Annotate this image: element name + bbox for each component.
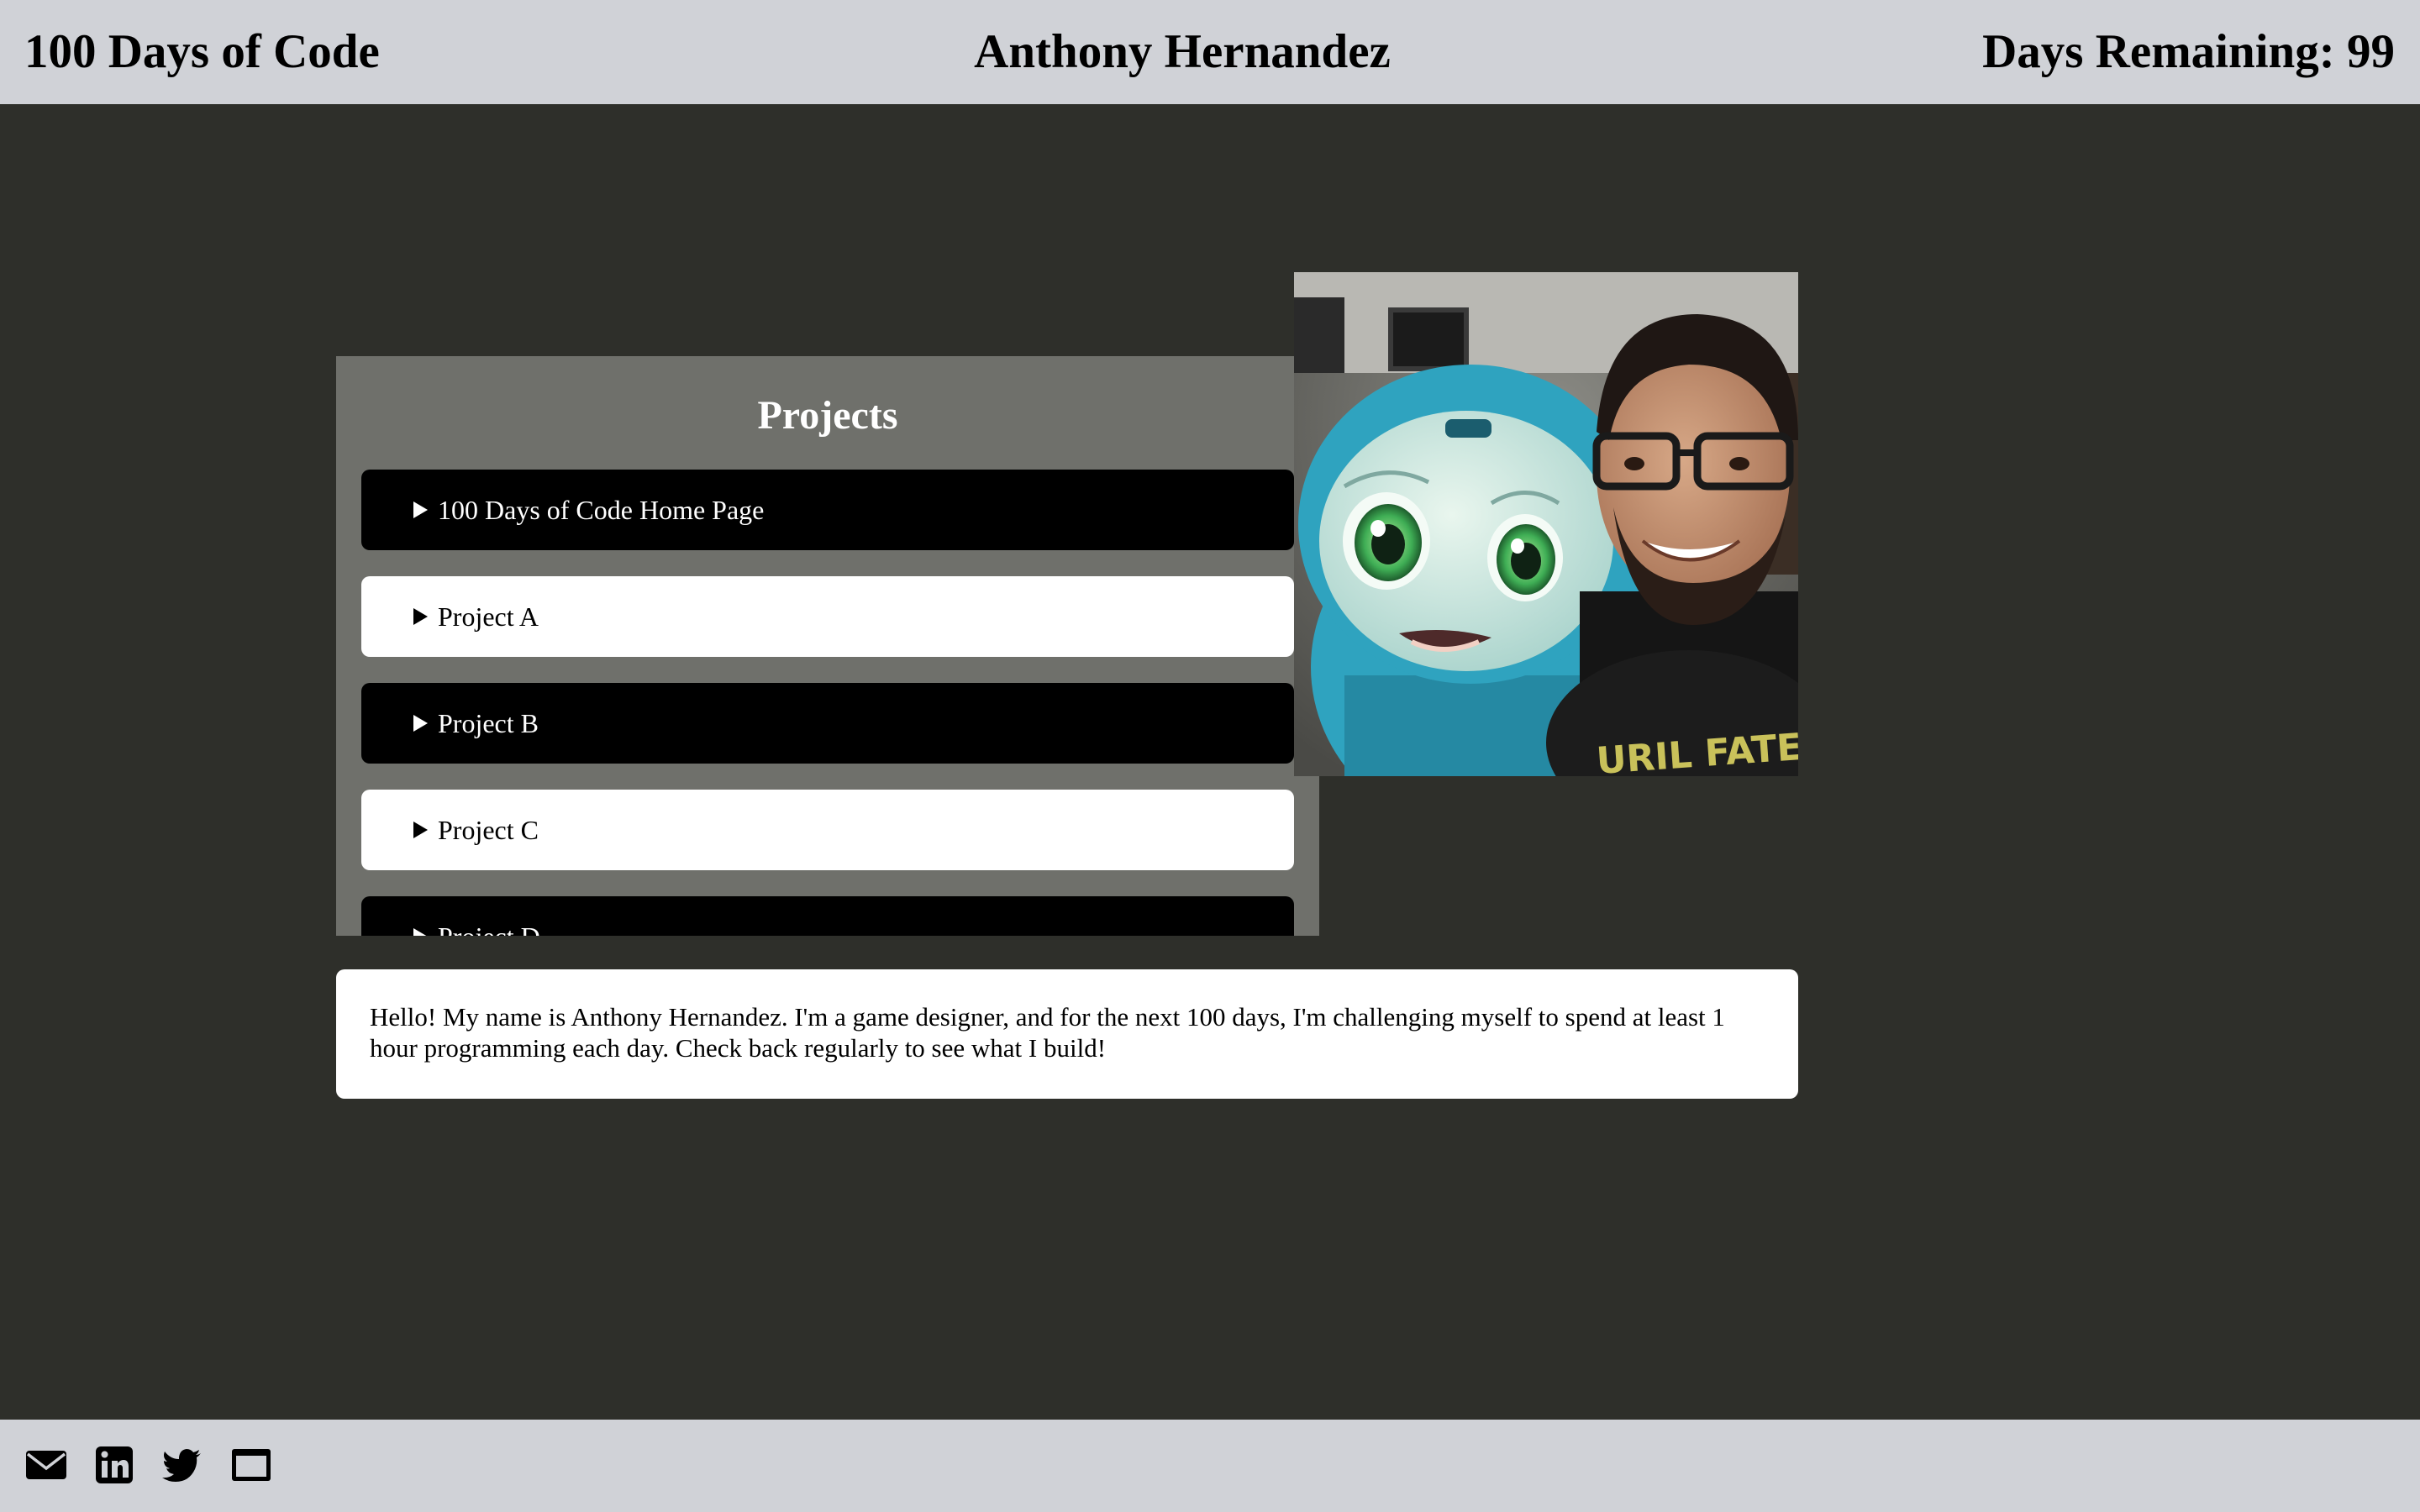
project-item-label: Project D xyxy=(438,921,540,937)
disclosure-triangle-icon xyxy=(413,501,428,518)
intro-text-card: Hello! My name is Anthony Hernandez. I'm… xyxy=(336,969,1798,1099)
site-footer xyxy=(0,1420,2420,1512)
intro-text: Hello! My name is Anthony Hernandez. I'm… xyxy=(370,1002,1725,1063)
twitter-icon[interactable] xyxy=(160,1443,204,1487)
projects-panel[interactable]: Projects 100 Days of Code Home Page Proj… xyxy=(336,356,1319,936)
disclosure-triangle-icon xyxy=(413,822,428,838)
browser-window-icon[interactable] xyxy=(229,1443,273,1487)
disclosure-triangle-icon xyxy=(413,608,428,625)
project-item-home-page[interactable]: 100 Days of Code Home Page xyxy=(361,470,1294,550)
profile-photo: URIL FATE xyxy=(1294,272,1798,776)
linkedin-icon[interactable] xyxy=(92,1443,136,1487)
project-item-a[interactable]: Project A xyxy=(361,576,1294,657)
project-item-label: Project A xyxy=(438,601,539,632)
project-item-label: 100 Days of Code Home Page xyxy=(438,494,765,525)
disclosure-triangle-icon xyxy=(413,715,428,732)
disclosure-triangle-icon xyxy=(413,928,428,936)
envelope-icon[interactable] xyxy=(24,1443,68,1487)
project-item-label: Project B xyxy=(438,707,539,738)
project-item-c[interactable]: Project C xyxy=(361,790,1294,870)
site-header: 100 Days of Code Anthony Hernandez Days … xyxy=(0,0,2420,104)
project-item-b[interactable]: Project B xyxy=(361,683,1294,764)
project-item-label: Project C xyxy=(438,814,539,845)
projects-heading: Projects xyxy=(757,393,898,438)
project-item-d[interactable]: Project D xyxy=(361,896,1294,936)
days-remaining-counter: Days Remaining: 99 xyxy=(1982,25,2395,78)
